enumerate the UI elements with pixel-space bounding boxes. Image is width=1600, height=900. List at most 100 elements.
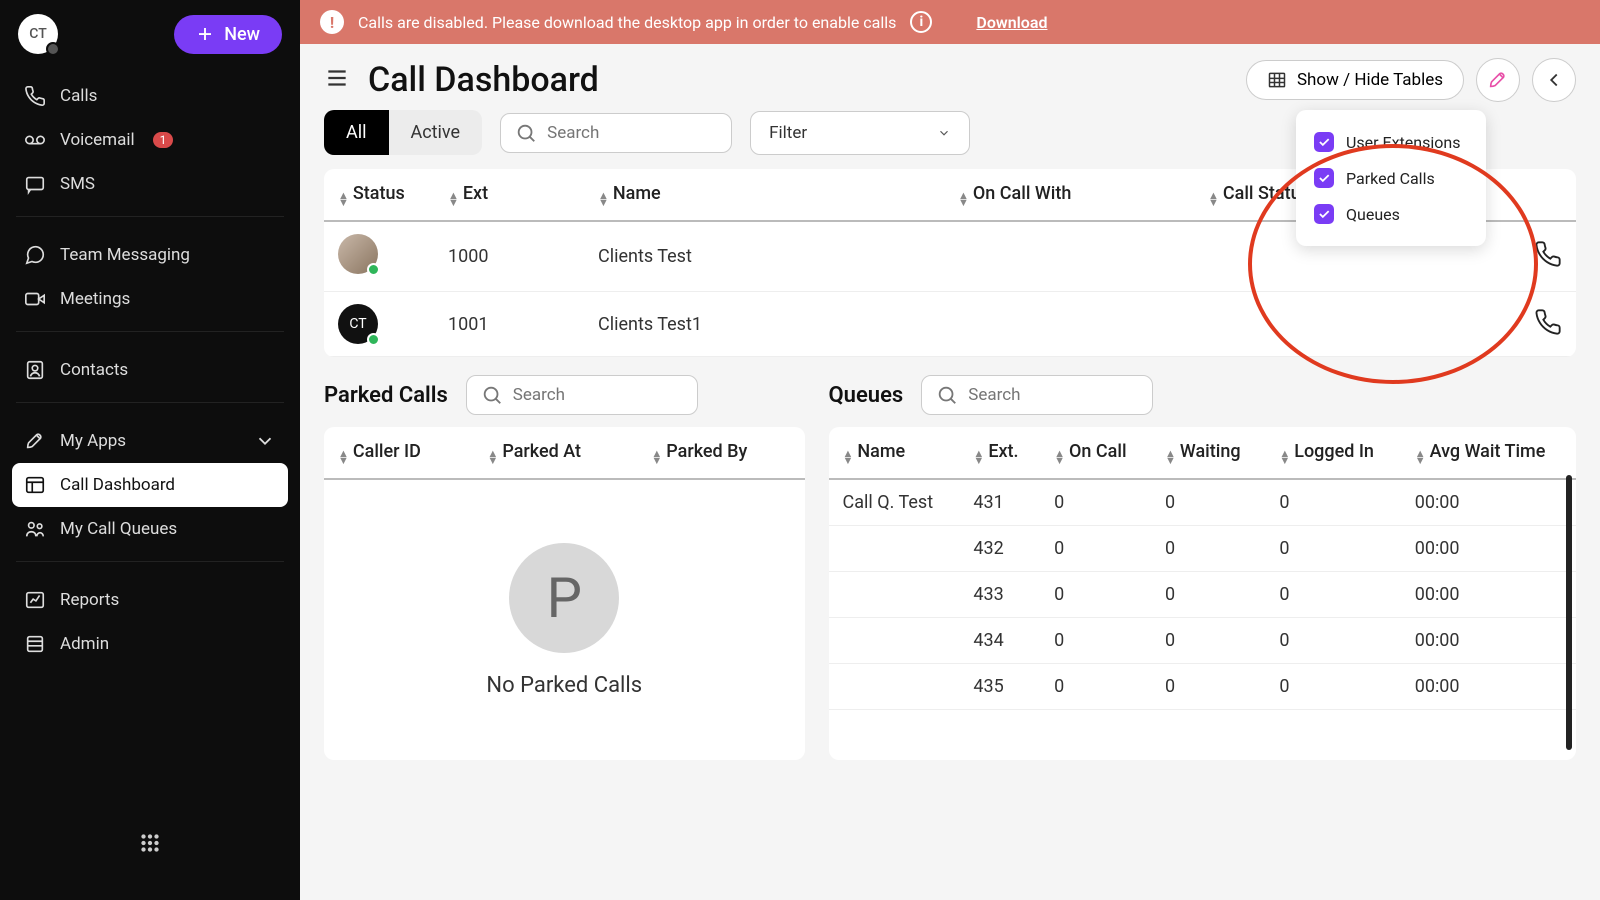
- table-row[interactable]: 43300000:00: [829, 572, 1576, 618]
- chevron-down-icon: [937, 126, 951, 140]
- collapse-button[interactable]: [1532, 58, 1576, 102]
- sidebar-item-meetings[interactable]: Meetings: [12, 277, 288, 321]
- cell-q-avgwait: 00:00: [1401, 664, 1576, 710]
- cell-name: Clients Test: [584, 221, 944, 292]
- search-input[interactable]: [513, 385, 683, 405]
- checkbox-checked-icon: [1314, 168, 1334, 188]
- cell-q-ext: 435: [959, 664, 1040, 710]
- col-name[interactable]: ▲▼Name: [584, 169, 944, 221]
- col-parked-by[interactable]: ▲▼Parked By: [637, 427, 804, 479]
- dropdown-item-parked-calls[interactable]: Parked Calls: [1314, 160, 1468, 196]
- sidebar-item-label: My Call Queues: [60, 519, 177, 539]
- col-caller-id[interactable]: ▲▼Caller ID: [324, 427, 473, 479]
- cell-q-loggedin: 0: [1265, 572, 1400, 618]
- show-hide-dropdown: User Extensions Parked Calls Queues: [1296, 110, 1486, 246]
- col-oncall-with[interactable]: ▲▼On Call With: [944, 169, 1194, 221]
- presence-dot: [46, 42, 60, 56]
- rocket-action-button[interactable]: [1476, 58, 1520, 102]
- checkbox-checked-icon: [1314, 204, 1334, 224]
- cell-q-oncall: 0: [1040, 479, 1151, 526]
- table-row[interactable]: CT1001Clients Test1: [324, 292, 1576, 357]
- new-button[interactable]: New: [174, 15, 282, 54]
- sidebar-item-call-dashboard[interactable]: Call Dashboard: [12, 463, 288, 507]
- sidebar-item-team-messaging[interactable]: Team Messaging: [12, 233, 288, 277]
- search-icon: [936, 384, 958, 406]
- col-q-loggedin[interactable]: ▲▼Logged In: [1265, 427, 1400, 479]
- table-row[interactable]: 43500000:00: [829, 664, 1576, 710]
- parked-search[interactable]: [466, 375, 698, 415]
- parked-panel: Parked Calls ▲▼Caller ID ▲▼Parked At ▲▼P…: [324, 375, 805, 760]
- chart-icon: [24, 589, 46, 611]
- sidebar-item-contacts[interactable]: Contacts: [12, 348, 288, 392]
- cell-q-name: [829, 526, 960, 572]
- rocket-icon: [24, 430, 46, 452]
- cell-q-oncall: 0: [1040, 572, 1151, 618]
- sidebar-item-admin[interactable]: Admin: [12, 622, 288, 666]
- col-status[interactable]: ▲▼Status: [324, 169, 434, 221]
- nav-separator: [16, 402, 284, 403]
- dropdown-item-queues[interactable]: Queues: [1314, 196, 1468, 232]
- show-hide-tables-button[interactable]: Show / Hide Tables: [1246, 60, 1464, 100]
- sidebar-item-sms[interactable]: SMS: [12, 162, 288, 206]
- table-row[interactable]: 43400000:00: [829, 618, 1576, 664]
- dropdown-item-label: Parked Calls: [1346, 169, 1435, 188]
- sidebar-item-my-call-queues[interactable]: My Call Queues: [12, 507, 288, 551]
- user-avatar[interactable]: CT: [18, 14, 58, 54]
- chevron-left-icon: [1543, 69, 1565, 91]
- sidebar-item-label: Team Messaging: [60, 245, 190, 265]
- sidebar-item-calls[interactable]: Calls: [12, 74, 288, 118]
- cell-q-loggedin: 0: [1265, 479, 1400, 526]
- alert-icon: !: [320, 10, 344, 34]
- col-q-ext[interactable]: ▲▼Ext.: [959, 427, 1040, 479]
- call-button[interactable]: [1534, 320, 1562, 341]
- queues-search[interactable]: [921, 375, 1153, 415]
- col-q-avgwait[interactable]: ▲▼Avg Wait Time: [1401, 427, 1576, 479]
- menu-toggle[interactable]: [324, 65, 350, 95]
- table-icon: [1267, 70, 1287, 90]
- row-avatar: CT: [338, 304, 378, 344]
- scrollbar[interactable]: [1566, 475, 1572, 750]
- sidebar-item-voicemail[interactable]: Voicemail 1: [12, 118, 288, 162]
- col-ext[interactable]: ▲▼Ext: [434, 169, 584, 221]
- sidebar-item-label: My Apps: [60, 431, 126, 451]
- cell-q-loggedin: 0: [1265, 664, 1400, 710]
- contacts-icon: [24, 359, 46, 381]
- tab-all[interactable]: All: [324, 110, 389, 155]
- cell-q-loggedin: 0: [1265, 618, 1400, 664]
- download-link[interactable]: Download: [976, 13, 1047, 32]
- extensions-search[interactable]: [500, 113, 732, 153]
- queues-title: Queues: [829, 383, 904, 408]
- search-icon: [481, 384, 503, 406]
- sidebar-item-label: Admin: [60, 634, 109, 654]
- nav-separator: [16, 561, 284, 562]
- cell-q-ext: 433: [959, 572, 1040, 618]
- sms-icon: [24, 173, 46, 195]
- page-title: Call Dashboard: [368, 60, 599, 100]
- table-row[interactable]: 43200000:00: [829, 526, 1576, 572]
- info-icon[interactable]: i: [910, 11, 932, 33]
- search-input[interactable]: [968, 385, 1138, 405]
- col-q-name[interactable]: ▲▼Name: [829, 427, 960, 479]
- col-parked-at[interactable]: ▲▼Parked At: [473, 427, 637, 479]
- tab-active[interactable]: Active: [389, 110, 483, 155]
- cell-q-waiting: 0: [1151, 526, 1265, 572]
- sidebar-item-reports[interactable]: Reports: [12, 578, 288, 622]
- sidebar-item-label: SMS: [60, 174, 95, 194]
- search-input[interactable]: [547, 123, 717, 143]
- col-q-oncall[interactable]: ▲▼On Call: [1040, 427, 1151, 479]
- dropdown-item-user-extensions[interactable]: User Extensions: [1314, 124, 1468, 160]
- cell-q-loggedin: 0: [1265, 526, 1400, 572]
- dialpad-button[interactable]: [137, 830, 163, 860]
- filter-dropdown[interactable]: Filter: [750, 111, 970, 155]
- dashboard-icon: [24, 474, 46, 496]
- table-row[interactable]: Call Q. Test43100000:00: [829, 479, 1576, 526]
- sidebar-item-my-apps[interactable]: My Apps: [12, 419, 288, 463]
- cell-q-avgwait: 00:00: [1401, 479, 1576, 526]
- cell-q-name: [829, 618, 960, 664]
- show-hide-label: Show / Hide Tables: [1297, 70, 1443, 90]
- call-button[interactable]: [1534, 252, 1562, 273]
- sidebar-item-label: Voicemail: [60, 130, 135, 150]
- nav-group-contacts: Contacts: [12, 348, 288, 392]
- queues-icon: [24, 518, 46, 540]
- col-q-waiting[interactable]: ▲▼Waiting: [1151, 427, 1265, 479]
